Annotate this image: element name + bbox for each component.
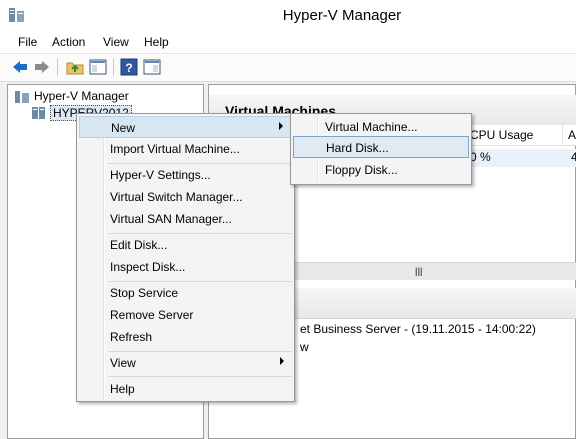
menu-item-help[interactable]: Help: [79, 378, 292, 400]
help-icon[interactable]: ?: [120, 58, 138, 76]
submenu-arrow-icon: [279, 122, 283, 130]
menu-item-remove-server[interactable]: Remove Server: [79, 304, 292, 326]
menu-view[interactable]: View: [103, 35, 129, 49]
menu-item-refresh[interactable]: Refresh: [79, 326, 292, 348]
svg-text:?: ?: [125, 61, 132, 75]
window-title: Hyper-V Manager: [282, 7, 402, 24]
show-hide-console-tree-icon[interactable]: [89, 58, 107, 76]
menu-help[interactable]: Help: [144, 35, 169, 49]
submenu-arrow-icon: [280, 357, 284, 365]
submenu-item-floppy-disk[interactable]: Floppy Disk...: [293, 159, 469, 181]
menu-item-inspect-disk[interactable]: Inspect Disk...: [79, 256, 292, 278]
folder-up-icon[interactable]: [66, 58, 84, 76]
menu-bar: File Action View Help: [0, 31, 576, 54]
menu-item-view[interactable]: View: [79, 352, 292, 374]
title-bar: Hyper-V Manager: [0, 0, 576, 31]
scrollbar-grip-icon: |||: [415, 266, 423, 276]
menu-item-new[interactable]: New: [79, 116, 292, 138]
column-header-next[interactable]: A: [563, 125, 576, 146]
menu-action[interactable]: Action: [52, 35, 85, 49]
submenu-item-hard-disk[interactable]: Hard Disk...: [293, 136, 469, 158]
show-hide-action-pane-icon[interactable]: [143, 58, 161, 76]
menu-item-virtual-san-manager[interactable]: Virtual SAN Manager...: [79, 208, 292, 230]
toolbar-separator: [113, 58, 114, 76]
menu-item-virtual-switch-manager[interactable]: Virtual Switch Manager...: [79, 186, 292, 208]
tree-root-hyper-v-manager[interactable]: Hyper-V Manager: [34, 89, 129, 103]
menu-file[interactable]: File: [18, 35, 37, 49]
menu-item-hyper-v-settings[interactable]: Hyper-V Settings...: [79, 164, 292, 186]
hyper-v-manager-icon: [15, 91, 29, 103]
server-icon: [32, 107, 45, 119]
column-header-cpu-usage[interactable]: CPU Usage: [470, 125, 563, 146]
toolbar-separator: [57, 58, 58, 76]
new-submenu: Virtual Machine... Hard Disk... Floppy D…: [290, 113, 472, 185]
vm-cpu-usage: 0 %: [470, 150, 491, 164]
log-line: w: [300, 340, 309, 354]
submenu-item-virtual-machine[interactable]: Virtual Machine...: [293, 116, 469, 138]
toolbar: ?: [0, 54, 576, 82]
menu-separator: [108, 376, 292, 377]
back-arrow-icon[interactable]: [11, 58, 29, 76]
menu-item-edit-disk[interactable]: Edit Disk...: [79, 234, 292, 256]
menu-item-stop-service[interactable]: Stop Service: [79, 282, 292, 304]
forward-arrow-icon[interactable]: [33, 58, 51, 76]
vm-next-column-value: 4: [571, 150, 576, 164]
context-menu: New Import Virtual Machine... Hyper-V Se…: [76, 113, 295, 402]
log-line: et Business Server - (19.11.2015 - 14:00…: [300, 322, 536, 336]
menu-item-import-virtual-machine[interactable]: Import Virtual Machine...: [79, 138, 292, 160]
